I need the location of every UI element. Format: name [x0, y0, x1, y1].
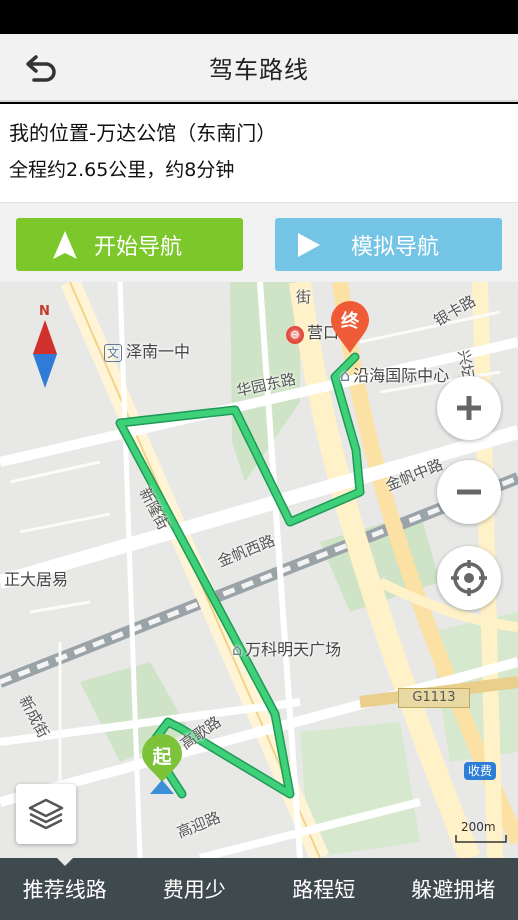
play-icon: [298, 232, 320, 257]
road-jie: 街: [296, 288, 312, 306]
tab-shortest[interactable]: 路程短: [259, 858, 389, 920]
navigation-arrow-icon: [53, 230, 77, 259]
route-summary: 全程约2.65公里，约8分钟: [9, 159, 235, 181]
route-option-tabs: 推荐线路 费用少 路程短 躲避拥堵: [0, 857, 518, 920]
tab-low-cost[interactable]: 费用少: [130, 858, 260, 920]
route-origin-destination: 我的位置-万达公馆（东南门）: [9, 121, 277, 145]
layers-icon: [28, 798, 64, 830]
zoom-out-button[interactable]: [437, 460, 501, 524]
poi-zhengda: 正大居易: [4, 570, 69, 589]
back-button[interactable]: [14, 46, 70, 90]
end-marker[interactable]: 终: [330, 300, 370, 354]
poi-wanke: ⌂ 万科明天广场: [232, 640, 342, 659]
simulate-navigation-label: 模拟导航: [351, 234, 440, 260]
locate-button[interactable]: [437, 546, 501, 610]
simulate-navigation-button[interactable]: 模拟导航: [275, 218, 502, 271]
highway-shield: G1113: [398, 688, 470, 708]
poi-school: 文泽南一中: [104, 338, 190, 362]
header: 驾车路线: [0, 34, 518, 102]
plus-icon: [457, 396, 481, 420]
back-arrow-icon: [26, 55, 56, 82]
action-bar: 开始导航 模拟导航: [0, 202, 518, 282]
map-view[interactable]: N 文泽南一中 ⊖ 营口 ⌂ 沿海国际中心 正大居易 ⌂ 万科明天广场 银卡路 华园东…: [0, 282, 518, 858]
route-info: 我的位置-万达公馆（东南门） 全程约2.65公里，约8分钟: [0, 104, 518, 202]
locate-icon: [451, 560, 487, 596]
svg-text:N: N: [39, 304, 50, 319]
start-marker-label: 起: [152, 746, 172, 768]
start-navigation-label: 开始导航: [94, 234, 183, 260]
page-title: 驾车路线: [209, 55, 309, 84]
start-marker[interactable]: 起: [140, 734, 184, 796]
start-navigation-button[interactable]: 开始导航: [16, 218, 243, 271]
scale-ruler: [455, 835, 507, 843]
status-bar: [0, 0, 518, 34]
scale-bar: 200m: [455, 820, 507, 844]
toll-badge: 收费: [464, 762, 496, 780]
zoom-in-button[interactable]: [437, 376, 501, 440]
poi-yanhai: ⌂ 沿海国际中心: [340, 366, 450, 385]
tab-recommended[interactable]: 推荐线路: [0, 857, 130, 920]
tab-avoid-congestion[interactable]: 躲避拥堵: [389, 858, 518, 920]
scale-label: 200m: [461, 820, 496, 834]
compass-icon: N: [33, 304, 57, 388]
layers-button[interactable]: [16, 784, 76, 844]
end-marker-label: 终: [341, 311, 359, 332]
minus-icon: [457, 489, 481, 495]
